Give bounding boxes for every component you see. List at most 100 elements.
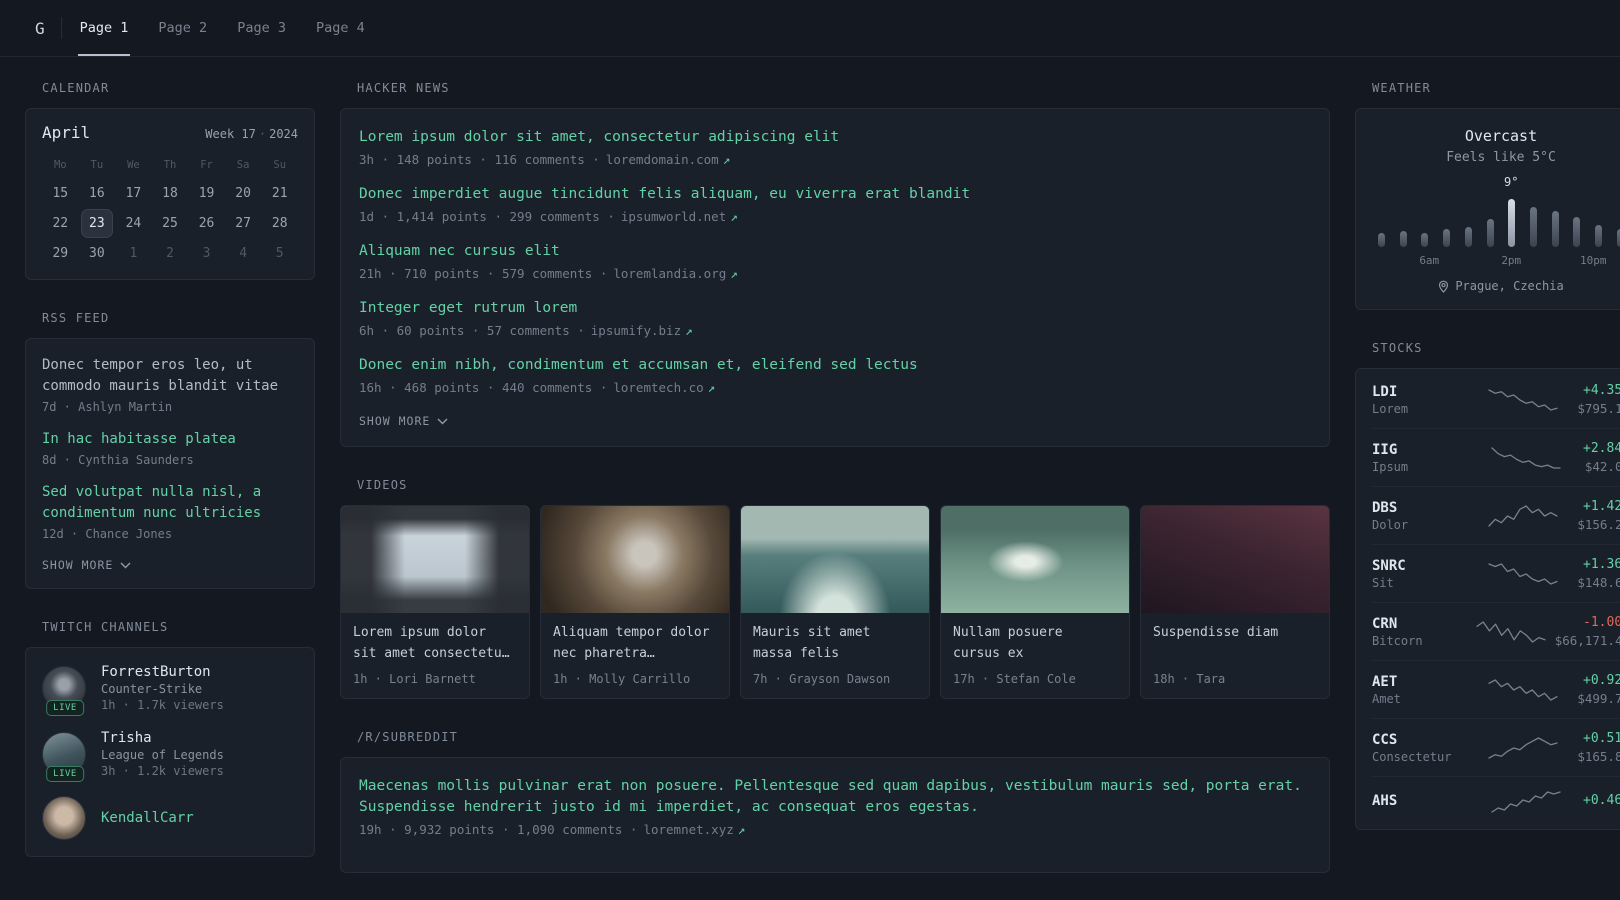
rss-item-title-link[interactable]: Sed volutpat nulla nisl, a condimentum n… — [42, 482, 298, 524]
calendar-day-name: Tu — [90, 159, 104, 171]
hn-item-title-link[interactable]: Aliquam nec cursus elit — [359, 241, 1311, 262]
rss-show-more-button[interactable]: SHOW MORE — [42, 556, 131, 572]
hn-item-title-link[interactable]: Integer eget rutrum lorem — [359, 298, 1311, 319]
stock-sparkline — [1468, 789, 1583, 815]
hn-item-title-link[interactable]: Lorem ipsum dolor sit amet, consectetur … — [359, 127, 1311, 148]
weather-location-row: Prague, Czechia — [1376, 279, 1620, 293]
video-card[interactable]: Aliquam tempor dolor nec pharetra… 1h · … — [540, 505, 730, 700]
hn-item-title-link[interactable]: Donec imperdiet augue tincidunt felis al… — [359, 184, 1311, 205]
hn-item-title-link[interactable]: Donec enim nibh, condimentum et accumsan… — [359, 355, 1311, 376]
video-thumbnail[interactable] — [741, 506, 929, 614]
calendar-date: 16 — [89, 186, 105, 201]
videos-widget: VIDEOS Lorem ipsum dolor sit amet consec… — [340, 478, 1330, 700]
video-card[interactable]: Mauris sit amet massa felis 7h · Grayson… — [740, 505, 930, 700]
calendar-date: 29 — [52, 246, 69, 261]
videos-header: VIDEOS — [357, 478, 408, 493]
stock-row[interactable]: AET Amet +0.92% $499.72 — [1372, 660, 1620, 718]
video-title-link[interactable]: Nullam posuere cursus ex — [953, 623, 1117, 665]
weather-bars — [1378, 197, 1620, 247]
video-thumbnail[interactable] — [541, 506, 729, 614]
stock-symbol-link[interactable]: AET — [1372, 674, 1468, 690]
calendar-month: April — [42, 123, 91, 142]
subreddit-post-title-link[interactable]: Maecenas mollis pulvinar erat non posuer… — [359, 776, 1311, 818]
twitch-channel-row[interactable]: LIVE Trisha League of Legends 3h · 1.2k … — [42, 730, 298, 782]
stock-symbol-link[interactable]: DBS — [1372, 500, 1468, 516]
hn-item-domain-link[interactable]: loremlandia.org ↗ — [613, 266, 737, 281]
twitch-channel-name-link[interactable]: Trisha — [101, 730, 224, 746]
weather-location: Prague, Czechia — [1455, 279, 1564, 293]
stock-row[interactable]: CRN Bitcorn -1.00% $66,171.48 — [1372, 602, 1620, 660]
calendar-separator: · — [258, 127, 267, 141]
hn-item: Donec imperdiet augue tincidunt felis al… — [359, 184, 1311, 224]
rss-item-title-link[interactable]: Donec tempor eros leo, ut commodo mauris… — [42, 355, 298, 397]
show-more-label: SHOW MORE — [42, 558, 114, 572]
stock-symbol-link[interactable]: LDI — [1372, 384, 1468, 400]
rss-item: In hac habitasse platea 8d · Cynthia Sau… — [42, 429, 298, 467]
weather-time-label: 2pm — [1501, 254, 1522, 267]
rss-item: Donec tempor eros leo, ut commodo mauris… — [42, 355, 298, 414]
hn-item-domain-link[interactable]: loremdomain.com ↗ — [606, 152, 730, 167]
stock-row[interactable]: AHS +0.46% — [1372, 776, 1620, 827]
calendar-header: CALENDAR — [42, 81, 110, 95]
rss-item-meta: 12d · Chance Jones — [42, 527, 173, 541]
stock-symbol-link[interactable]: CCS — [1372, 732, 1468, 748]
hn-show-more-button[interactable]: SHOW MORE — [359, 412, 448, 428]
external-link-icon: ↗ — [730, 266, 738, 282]
video-thumbnail[interactable] — [341, 506, 529, 614]
subreddit-post-domain-link[interactable]: loremnet.xyz ↗ — [643, 822, 745, 837]
stock-row[interactable]: CCS Consectetur +0.51% $165.84 — [1372, 718, 1620, 776]
stock-price: $165.84 — [1577, 749, 1620, 764]
external-link-icon: ↗ — [707, 380, 716, 396]
twitch-channel-row[interactable]: KendallCarr — [42, 796, 298, 840]
weather-bar — [1595, 225, 1603, 247]
stock-name: Ipsum — [1372, 459, 1409, 474]
video-title-link[interactable]: Aliquam tempor dolor nec pharetra… — [553, 623, 717, 665]
stock-symbol-link[interactable]: IIG — [1372, 442, 1468, 458]
video-title-link[interactable]: Lorem ipsum dolor sit amet consectetu… — [353, 623, 517, 665]
stock-symbol-link[interactable]: AHS — [1372, 793, 1468, 809]
app-logo: G — [35, 18, 45, 38]
tab-page-1[interactable]: Page 1 — [77, 0, 131, 56]
location-pin-icon — [1439, 280, 1449, 293]
video-meta: 1h · Molly Carrillo — [553, 672, 691, 687]
stock-row[interactable]: LDI Lorem +4.35% $795.18 — [1372, 371, 1620, 428]
tab-page-4[interactable]: Page 4 — [314, 0, 367, 56]
stock-symbol-link[interactable]: CRN — [1372, 616, 1468, 632]
stock-row[interactable]: DBS Dolor +1.42% $156.28 — [1372, 486, 1620, 544]
stock-name: Amet — [1372, 691, 1401, 706]
twitch-channel-row[interactable]: LIVE ForrestBurton Counter-Strike 1h · 1… — [42, 664, 298, 716]
video-card[interactable]: Suspendisse diam 18h · Tara — [1140, 505, 1330, 700]
hn-item-domain-link[interactable]: ipsumworld.net ↗ — [621, 209, 738, 224]
twitch-header: TWITCH CHANNELS — [42, 620, 169, 634]
video-thumbnail[interactable] — [1141, 506, 1329, 614]
video-thumbnail[interactable] — [941, 506, 1129, 614]
twitch-channel-name-link[interactable]: ForrestBurton — [101, 664, 224, 680]
rss-item-title-link[interactable]: In hac habitasse platea — [42, 429, 298, 450]
stock-row[interactable]: IIG Ipsum +2.84% $42.04 — [1372, 428, 1620, 486]
stock-row[interactable]: SNRC Sit +1.36% $148.64 — [1372, 544, 1620, 602]
calendar-date: 18 — [162, 186, 178, 201]
hn-item-domain-link[interactable]: ipsumify.biz ↗ — [591, 323, 693, 338]
stock-symbol-link[interactable]: SNRC — [1372, 558, 1468, 574]
tab-page-2[interactable]: Page 2 — [156, 0, 209, 56]
video-title-link[interactable]: Suspendisse diam — [1153, 623, 1317, 665]
stock-change: +2.84% — [1583, 441, 1620, 456]
rss-item-meta: 7d · Ashlyn Martin — [42, 400, 173, 414]
stock-name: Bitcorn — [1372, 633, 1423, 648]
video-card[interactable]: Lorem ipsum dolor sit amet consectetu… 1… — [340, 505, 530, 700]
video-title-link[interactable]: Mauris sit amet massa felis — [753, 623, 917, 665]
hn-item-stats: 6h · 60 points · 57 comments · — [359, 323, 585, 339]
top-bar: G Page 1 Page 2 Page 3 Page 4 — [0, 0, 1620, 57]
stock-name: Sit — [1372, 575, 1394, 590]
video-card[interactable]: Nullam posuere cursus ex 17h · Stefan Co… — [940, 505, 1130, 700]
hn-item-domain-link[interactable]: loremtech.co ↗ — [613, 380, 715, 395]
hackernews-card: Lorem ipsum dolor sit amet, consectetur … — [340, 108, 1330, 448]
subreddit-post-meta: 19h · 9,932 points · 1,090 comments · lo… — [359, 822, 1311, 837]
tab-page-3[interactable]: Page 3 — [235, 0, 288, 56]
stock-price: $499.72 — [1577, 691, 1620, 706]
twitch-channel-meta: 1h · 1.7k viewers — [101, 698, 224, 712]
twitch-channel-name-link[interactable]: KendallCarr — [101, 810, 194, 826]
calendar-date: 19 — [198, 186, 215, 201]
calendar-week-label: Week 17 — [205, 127, 256, 141]
stock-sparkline — [1468, 503, 1577, 529]
